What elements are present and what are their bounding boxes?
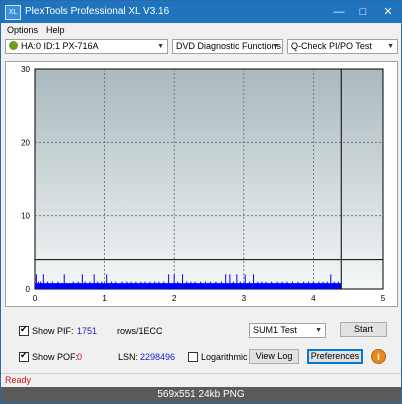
chevron-down-icon: ▼ (387, 43, 394, 50)
start-button[interactable]: Start (340, 322, 387, 337)
function-select-value: DVD Diagnostic Functions (176, 41, 282, 51)
x-tick-label: 0 (33, 294, 38, 303)
preferences-button[interactable]: Preferences (307, 349, 363, 364)
show-pif-label: Show PIF: (32, 326, 74, 336)
y-tick-label: 20 (21, 138, 30, 147)
lsn-value: 2298496 (140, 352, 176, 362)
y-tick-label: 30 (21, 65, 30, 74)
pi-po-chart: 0 10 20 30 0 1 2 3 4 5 (21, 65, 386, 303)
info-icon[interactable]: i (371, 349, 386, 364)
lsn-label: LSN: (118, 352, 139, 362)
test-select-value: Q-Check PI/PO Test (291, 41, 372, 51)
menu-bar: Options Help (1, 23, 401, 39)
drive-icon (9, 41, 18, 50)
show-pof-label: Show POF: (32, 352, 79, 362)
app-icon: XL (5, 5, 21, 20)
pof-value: 0 (77, 352, 83, 362)
show-pif-checkbox[interactable] (19, 324, 29, 336)
x-tick-label: 3 (242, 294, 247, 303)
logarithmic-checkbox[interactable] (188, 352, 198, 362)
x-tick-label: 2 (172, 294, 177, 303)
menu-help[interactable]: Help (46, 25, 65, 35)
drive-select[interactable]: HA:0 ID:1 PX-716A ▼ (5, 39, 168, 54)
plot-area (34, 68, 384, 290)
rows-label: rows/1ECC (117, 326, 163, 336)
x-tick-label: 4 (311, 294, 316, 303)
app-window: XL PlexTools Professional XL V3.16 — □ ✕… (0, 0, 402, 404)
logarithmic-label: Logarithmic (201, 352, 248, 362)
y-tick-label: 10 (21, 212, 30, 221)
y-tick-label: 0 (26, 285, 31, 294)
controls-panel: Show PIF: 1751 rows/1ECC SUM1 Test ▼ Sta… (1, 314, 401, 374)
view-log-button[interactable]: View Log (249, 349, 299, 364)
chevron-down-icon: ▼ (272, 43, 279, 50)
title-bar[interactable]: XL PlexTools Professional XL V3.16 — □ ✕ (1, 1, 401, 23)
status-bar: Ready (1, 373, 401, 388)
sum-test-select[interactable]: SUM1 Test ▼ (249, 323, 326, 338)
menu-options[interactable]: Options (7, 25, 38, 35)
status-text: Ready (5, 375, 32, 385)
toolbar: HA:0 ID:1 PX-716A ▼ DVD Diagnostic Funct… (1, 39, 401, 57)
chevron-down-icon: ▼ (315, 327, 322, 334)
x-tick-label: 5 (381, 294, 386, 303)
chart-panel: 0 10 20 30 0 1 2 3 4 5 (5, 61, 398, 307)
test-select[interactable]: Q-Check PI/PO Test ▼ (287, 39, 398, 54)
drive-select-value: HA:0 ID:1 PX-716A (21, 41, 99, 51)
maximize-button[interactable]: □ (351, 1, 375, 23)
sum-test-select-value: SUM1 Test (253, 325, 297, 335)
function-select[interactable]: DVD Diagnostic Functions ▼ (172, 39, 283, 54)
image-caption: 569x551 24kb PNG (1, 387, 401, 403)
baseline-fill (35, 283, 342, 289)
window-title: PlexTools Professional XL V3.16 (25, 6, 170, 17)
close-button[interactable]: ✕ (376, 1, 400, 23)
minimize-button[interactable]: — (327, 1, 351, 23)
chevron-down-icon: ▼ (157, 43, 164, 50)
x-tick-label: 1 (102, 294, 107, 303)
show-pof-checkbox[interactable] (19, 350, 29, 362)
pif-value: 1751 (77, 326, 98, 336)
